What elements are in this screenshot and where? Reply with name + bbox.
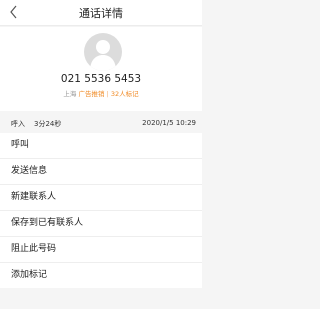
action-list: 呼叫 发送信息 新建联系人 保存到已有联系人 阻止此号码 添加标记 [0, 133, 202, 288]
person-placeholder-icon [90, 40, 116, 71]
info-separator: | [106, 90, 109, 98]
number-info: 上海 广告推销 | 32人标记 [0, 88, 202, 98]
call-type: 呼入 [11, 120, 25, 128]
call-time: 2020/1/5 10:29 [142, 119, 196, 127]
block-number-action[interactable]: 阻止此号码 [0, 237, 202, 263]
send-message-action[interactable]: 发送信息 [0, 159, 202, 185]
new-contact-action[interactable]: 新建联系人 [0, 185, 202, 211]
marked-count: 32人标记 [110, 90, 139, 98]
title-bar: 通话详情 [0, 0, 202, 26]
add-tag-action[interactable]: 添加标记 [0, 263, 202, 288]
number-tag: 广告推销 [78, 90, 105, 98]
call-action[interactable]: 呼叫 [0, 133, 202, 159]
call-duration: 3分24秒 [34, 120, 62, 128]
title-divider [0, 25, 202, 26]
phone-number: 021 5536 5453 [60, 73, 142, 85]
contact-card: 021 5536 5453 上海 广告推销 | 32人标记 [0, 27, 202, 111]
save-to-existing-contact-action[interactable]: 保存到已有联系人 [0, 211, 202, 237]
call-log-entry: 呼入 3分24秒 2020/1/5 10:29 [0, 115, 202, 131]
avatar [84, 33, 122, 71]
page-title: 通话详情 [79, 7, 123, 20]
number-location: 上海 [63, 90, 77, 98]
